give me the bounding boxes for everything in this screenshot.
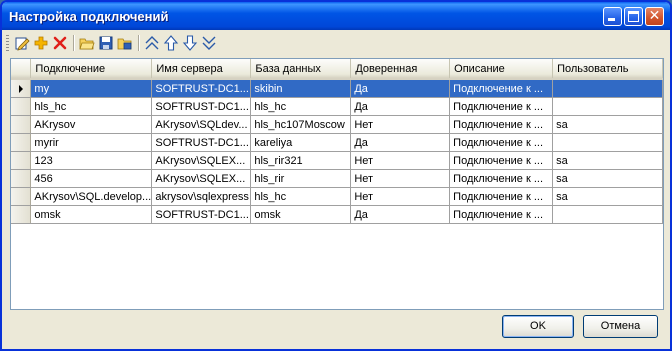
row-header[interactable] [11, 205, 32, 224]
table-cell[interactable]: Подключение к ... [449, 169, 554, 188]
grid-header: Подключение Имя сервера База данных Дове… [11, 59, 663, 80]
table-cell[interactable]: Нет [350, 187, 451, 206]
column-header[interactable]: Описание [449, 59, 554, 80]
move-top-icon[interactable] [144, 35, 160, 51]
row-header[interactable] [11, 97, 32, 116]
table-cell[interactable]: skibin [250, 79, 352, 98]
table-row[interactable]: myrir SOFTRUST-DC1... kareliya Да Подключени… [11, 133, 663, 152]
table-cell[interactable]: kareliya [250, 133, 352, 152]
close-button[interactable]: ✕ [645, 7, 664, 26]
title-bar[interactable]: Настройка подключений ✕ [2, 2, 670, 30]
table-cell[interactable]: Да [350, 205, 451, 224]
table-cell[interactable]: AKrysov [30, 115, 153, 134]
table-cell[interactable]: sa [552, 187, 663, 206]
table-cell[interactable]: AKrysov\SQLdev... [151, 115, 252, 134]
table-cell[interactable]: Подключение к ... [449, 115, 554, 134]
row-header[interactable] [11, 151, 32, 170]
table-cell[interactable]: SOFTRUST-DC1... [151, 97, 252, 116]
table-cell[interactable]: sa [552, 115, 663, 134]
table-cell[interactable]: hls_hc [250, 187, 352, 206]
current-row-arrow-icon [19, 85, 23, 93]
table-cell[interactable]: sa [552, 169, 663, 188]
table-cell[interactable]: Подключение к ... [449, 151, 554, 170]
table-cell[interactable] [552, 205, 663, 224]
table-cell[interactable]: omsk [250, 205, 352, 224]
move-bottom-icon[interactable] [201, 35, 217, 51]
table-cell[interactable]: Да [350, 97, 451, 116]
edit-icon[interactable] [14, 35, 30, 51]
table-cell[interactable]: Да [350, 79, 451, 98]
table-cell[interactable]: my [30, 79, 153, 98]
window-title: Настройка подключений [9, 9, 169, 24]
table-row[interactable]: 123 AKrysov\SQLEX... hls_rir321 Нет Подключе… [11, 151, 663, 170]
table-cell[interactable]: SOFTRUST-DC1... [151, 133, 252, 152]
table-cell[interactable] [552, 97, 663, 116]
table-cell[interactable]: Нет [350, 115, 451, 134]
minimize-button[interactable] [603, 7, 622, 26]
column-header[interactable]: Имя сервера [151, 59, 252, 80]
table-row[interactable]: hls_hc SOFTRUST-DC1... hls_hc Да Подключение… [11, 97, 663, 116]
table-cell[interactable]: 456 [30, 169, 153, 188]
corner-header [11, 59, 32, 80]
table-row[interactable]: my SOFTRUST-DC1... skibin Да Подключение к .… [11, 79, 663, 98]
table-cell[interactable]: 123 [30, 151, 153, 170]
table-row[interactable]: AKrysov\SQL.develop... akrysov\sqlexpress… [11, 187, 663, 206]
row-header[interactable] [11, 79, 32, 98]
table-cell[interactable]: Подключение к ... [449, 187, 554, 206]
table-cell[interactable]: hls_rir321 [250, 151, 352, 170]
delete-icon[interactable] [52, 35, 68, 51]
table-cell[interactable]: akrysov\sqlexpress [151, 187, 252, 206]
table-cell[interactable]: SOFTRUST-DC1... [151, 205, 252, 224]
table-cell[interactable]: hls_rir [250, 169, 352, 188]
row-header[interactable] [11, 169, 32, 188]
maximize-icon [628, 11, 639, 22]
table-cell[interactable]: Подключение к ... [449, 205, 554, 224]
toolbar-separator [73, 35, 75, 51]
connections-grid[interactable]: Подключение Имя сервера База данных Дове… [10, 58, 664, 310]
table-cell[interactable]: AKrysov\SQL.develop... [30, 187, 153, 206]
table-cell[interactable]: AKrysov\SQLEX... [151, 169, 252, 188]
table-row[interactable]: omsk SOFTRUST-DC1... omsk Да Подключение к .… [11, 205, 663, 224]
table-cell[interactable]: sa [552, 151, 663, 170]
table-cell[interactable]: hls_hc [30, 97, 153, 116]
table-cell[interactable]: Да [350, 133, 451, 152]
row-header[interactable] [11, 133, 32, 152]
table-cell[interactable]: hls_hc [250, 97, 352, 116]
table-cell[interactable]: Подключение к ... [449, 133, 554, 152]
save-icon[interactable] [98, 35, 114, 51]
table-cell[interactable] [552, 133, 663, 152]
cancel-button[interactable]: Отмена [583, 315, 658, 338]
move-up-icon[interactable] [163, 35, 179, 51]
ok-button[interactable]: OK [502, 315, 574, 338]
toolbar-grip[interactable] [6, 35, 9, 51]
toolbar [2, 32, 670, 54]
column-header[interactable]: Пользователь [552, 59, 663, 80]
open-folder-icon[interactable] [79, 35, 95, 51]
minimize-icon [608, 18, 615, 21]
toolbar-separator [138, 35, 140, 51]
folder-save-icon[interactable] [117, 35, 133, 51]
table-cell[interactable]: Подключение к ... [449, 79, 554, 98]
table-cell[interactable]: AKrysov\SQLEX... [151, 151, 252, 170]
table-cell[interactable]: myrir [30, 133, 153, 152]
connection-settings-dialog: Настройка подключений ✕ Подключение Имя … [0, 0, 672, 351]
close-icon: ✕ [648, 8, 661, 24]
table-cell[interactable]: Нет [350, 151, 451, 170]
add-icon[interactable] [33, 35, 49, 51]
table-cell[interactable]: Подключение к ... [449, 97, 554, 116]
maximize-button[interactable] [624, 7, 643, 26]
table-row[interactable]: 456 AKrysov\SQLEX... hls_rir Нет Подключение… [11, 169, 663, 188]
table-cell[interactable]: hls_hc107Moscow [250, 115, 352, 134]
column-header[interactable]: База данных [250, 59, 352, 80]
table-cell[interactable] [552, 79, 663, 98]
table-cell[interactable]: omsk [30, 205, 153, 224]
column-header[interactable]: Подключение [30, 59, 153, 80]
move-down-icon[interactable] [182, 35, 198, 51]
table-row[interactable]: AKrysov AKrysov\SQLdev... hls_hc107Moscow Н… [11, 115, 663, 134]
row-header[interactable] [11, 115, 32, 134]
column-header[interactable]: Доверенная [350, 59, 451, 80]
row-header[interactable] [11, 187, 32, 206]
table-cell[interactable]: SOFTRUST-DC1... [151, 79, 252, 98]
table-cell[interactable]: Нет [350, 169, 451, 188]
